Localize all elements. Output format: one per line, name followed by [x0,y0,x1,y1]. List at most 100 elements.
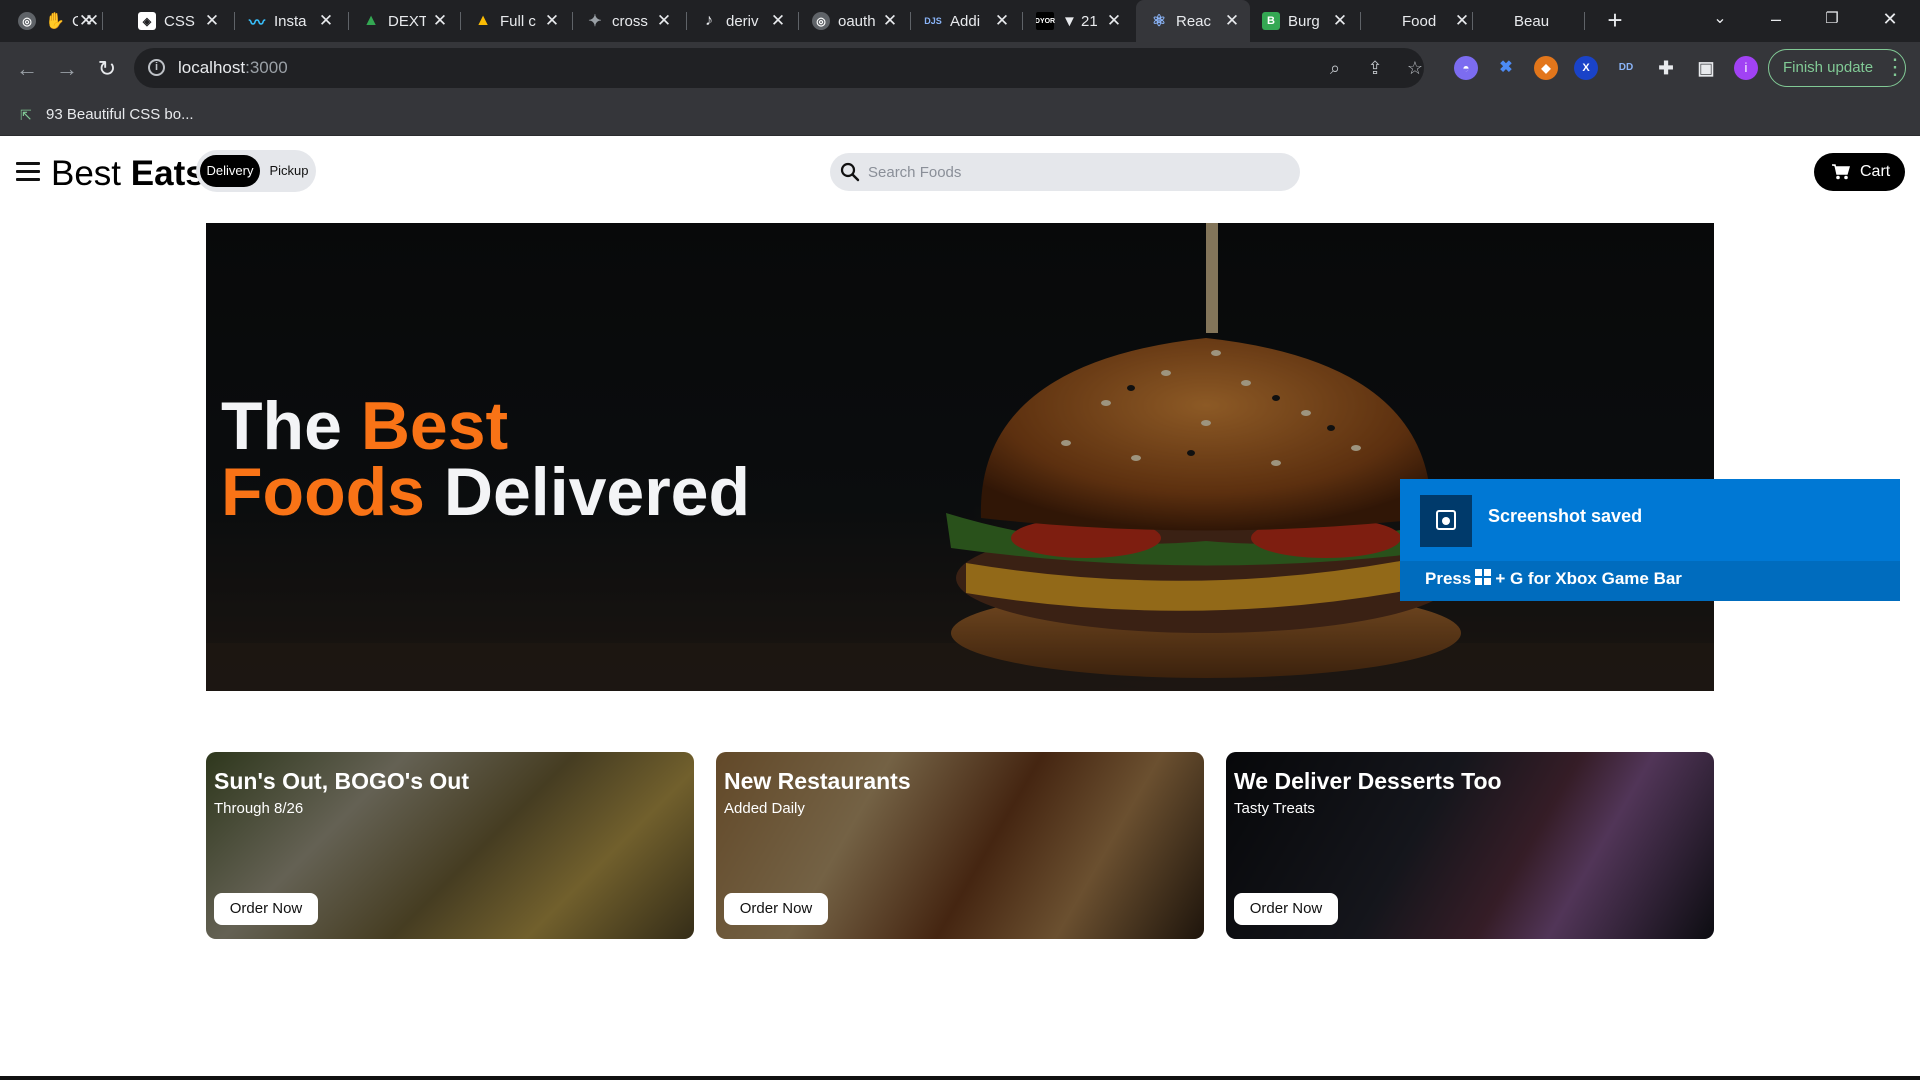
tab-11[interactable]: DYOR ▼ 21 ✕ [1036,4,1124,38]
tab-7[interactable]: ✦ cross ✕ [586,4,674,38]
close-tab-icon[interactable]: ✕ [1452,11,1472,31]
close-window-button[interactable]: ✕ [1862,0,1918,40]
dyor-icon: DYOR [1036,12,1055,30]
new-tab-button[interactable]: + [1600,6,1630,36]
x-extension-icon[interactable]: X [1574,56,1598,80]
browser-toolbar: ← → ↻ i localhost:3000 ⌕ ⇪ ☆ ◓ ✖ ◆ X DD … [0,42,1920,96]
search-bar[interactable] [830,153,1300,191]
close-tab-icon[interactable]: ✕ [880,11,900,31]
restore-button[interactable]: ❐ [1804,0,1860,40]
tab-10[interactable]: DJS Addi ✕ [924,4,1012,38]
tab-title: Beau [1514,12,1550,30]
promo-card-bogo[interactable]: Sun's Out, BOGO's Out Through 8/26 Order… [206,752,694,939]
tab-search-icon[interactable]: ⌄ [1692,0,1748,40]
page: Best Eats Delivery Pickup Cart [0,136,1920,1080]
globe-icon: ◎ [18,12,36,30]
promo-card-restaurants[interactable]: New Restaurants Added Daily Order Now [716,752,1204,939]
ghost-extension-icon[interactable]: ◓ [1454,56,1478,80]
forward-icon[interactable]: → [52,54,82,84]
metamask-icon[interactable]: ◆ [1534,56,1558,80]
drive-icon: ▲ [363,12,379,29]
close-tab-icon[interactable]: ✕ [1222,11,1242,31]
bookmark-favicon-icon: ⇱ [20,106,32,123]
card-subtitle: Through 8/26 [214,800,304,817]
address-bar[interactable]: i localhost:3000 ⌕ ⇪ ☆ [134,48,1424,88]
bookmark-item[interactable]: ⇱ 93 Beautiful CSS bo... [20,106,194,123]
windows-logo-icon [1475,569,1492,585]
tab-title: CSS I [164,12,198,30]
url-text[interactable]: localhost:3000 [178,58,288,78]
tab-6[interactable]: ▲ Full c ✕ [474,4,562,38]
tab-4[interactable]: 〰 Insta ✕ [248,4,336,38]
toast-hint: Press + G for Xbox Game Bar [1400,561,1900,601]
promo-cards: Sun's Out, BOGO's Out Through 8/26 Order… [206,752,1714,939]
burger-icon: B [1262,12,1280,30]
close-tab-icon[interactable]: ✕ [1104,11,1124,31]
order-now-button[interactable]: Order Now [724,893,828,925]
tab-9[interactable]: ◎ oauth ✕ [812,4,900,38]
tab-2[interactable]: ✋ C ✕ [46,4,102,38]
react-icon: ⚛ [1151,13,1167,30]
screenshot-toast[interactable]: Screenshot saved Press + G for Xbox Game… [1400,479,1900,601]
side-panel-icon[interactable]: ▣ [1694,56,1718,80]
taskbar-edge [0,1076,1920,1080]
profile-avatar[interactable]: i [1734,56,1758,80]
bookmark-label: 93 Beautiful CSS bo... [46,106,194,123]
close-tab-icon[interactable]: ✕ [654,11,674,31]
site-info-icon[interactable]: i [148,59,165,76]
cart-label: Cart [1860,163,1891,180]
more-menu-icon[interactable]: ⋮ [1884,54,1906,80]
card-title: Sun's Out, BOGO's Out [214,768,469,794]
xbox-game-bar-icon [1420,495,1472,547]
close-tab-icon[interactable]: ✕ [316,11,336,31]
hamburger-menu-icon[interactable] [16,162,40,182]
drive-icon: ▲ [475,12,491,29]
close-tab-icon[interactable]: ✕ [202,11,222,31]
close-tab-icon[interactable]: ✕ [1330,11,1350,31]
promo-card-desserts[interactable]: We Deliver Desserts Too Tasty Treats Ord… [1226,752,1714,939]
order-now-button[interactable]: Order Now [1234,893,1338,925]
close-tab-icon[interactable]: ✕ [82,11,102,31]
share-icon[interactable]: ⇪ [1364,57,1386,79]
tab-title: Insta [274,12,307,30]
card-title: We Deliver Desserts Too [1234,768,1502,794]
close-tab-icon[interactable]: ✕ [430,11,450,31]
tab-title: Food [1402,12,1437,30]
zoom-icon[interactable]: ⌕ [1324,57,1346,79]
bookmark-star-icon[interactable]: ☆ [1404,57,1426,79]
tab-title: deriv [726,12,759,30]
brand-logo: Best Eats [51,154,205,193]
close-tab-icon[interactable]: ✕ [992,11,1012,31]
close-tab-icon[interactable]: ✕ [768,11,788,31]
tab-15[interactable]: Beau [1514,4,1574,38]
tab-8[interactable]: ♪ deriv ✕ [700,4,788,38]
toast-title: Screenshot saved [1488,506,1643,526]
order-now-button[interactable]: Order Now [214,893,318,925]
tab-3[interactable]: ◈ CSS I ✕ [138,4,222,38]
back-icon[interactable]: ← [12,54,42,84]
card-subtitle: Added Daily [724,800,805,817]
cart-button[interactable]: Cart [1814,153,1905,191]
delivery-option[interactable]: Delivery [200,155,260,187]
search-input[interactable] [868,157,1288,187]
pickup-option[interactable]: Pickup [266,155,312,187]
dd-extension-icon[interactable]: DD [1614,56,1638,80]
tab-13[interactable]: B Burg ✕ [1262,4,1350,38]
tab-5[interactable]: ▲ DEXT ✕ [362,4,450,38]
minimize-button[interactable]: – [1748,0,1804,40]
tab-title: oauth [838,12,876,30]
tab-14[interactable]: Food ✕ [1402,4,1472,38]
globe-icon: ◎ [812,12,830,30]
tab-title: DEXT [388,12,426,30]
bookmarks-bar: ⇱ 93 Beautiful CSS bo... [0,96,1920,136]
tool-extension-icon[interactable]: ✖ [1494,56,1518,80]
tiktok-icon: ♪ [705,12,713,29]
close-tab-icon[interactable]: ✕ [542,11,562,31]
reload-icon[interactable]: ↻ [92,54,122,84]
search-icon [840,162,860,182]
extensions-puzzle-icon[interactable]: ✚ [1654,56,1678,80]
tab-active[interactable]: ⚛ Reac ✕ [1136,0,1250,42]
hero-banner: The Best Foods Delivered [206,223,1714,691]
tab-title: ▼ 21 [1062,12,1098,30]
delivery-pickup-toggle[interactable]: Delivery Pickup [196,150,316,192]
